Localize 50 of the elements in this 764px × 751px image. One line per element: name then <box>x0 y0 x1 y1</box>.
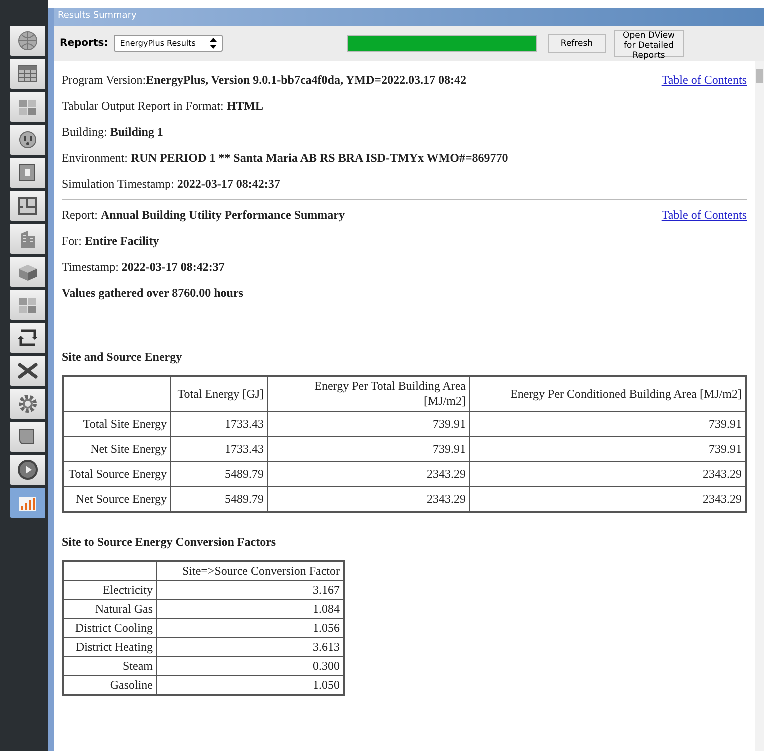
report-line: Environment: RUN PERIOD 1 ** Santa Maria AB RS BRA ISD-TMYx WMO#=869770 <box>62 150 508 166</box>
report-note: Values gathered over 8760.00 hours <box>62 286 244 300</box>
report-line: For: Entire Facility <box>62 234 160 248</box>
report-line: Simulation Timestamp: 2022-03-17 08:42:37 <box>62 176 280 192</box>
table-title: Site to Source Energy Conversion Factors <box>62 535 278 550</box>
report-line: Report: Annual Building Utility Performance Summary <box>62 208 346 222</box>
table-cell: Net Site Energy <box>63 436 170 462</box>
table-cell: Steam <box>63 656 156 676</box>
contents-link[interactable]: Table of Contents <box>662 72 747 88</box>
table-cell: Natural Gas <box>63 600 156 618</box>
globe-icon <box>16 30 40 52</box>
table-cell: 1733.43 <box>170 412 268 436</box>
refresh-button[interactable]: Refresh <box>548 34 606 53</box>
spinner-icon <box>210 38 217 49</box>
report-line: Timestamp: 2022-03-17 08:42:37 <box>62 260 225 274</box>
report-line: Tabular Output Report in Format: HTML <box>62 98 264 114</box>
swap-icon <box>16 327 40 349</box>
column-header: Energy Per Total Building Area [MJ/m2] <box>268 376 470 412</box>
calendar-icon <box>16 63 40 85</box>
reports-label: Reports: <box>60 38 108 49</box>
reports-dropdown[interactable]: EnergyPlus Results <box>114 35 223 52</box>
sidebar-tab[interactable] <box>10 455 45 485</box>
report-line: Program Version:EnergyPlus, Version 9.0.1-bb7ca4f0da, YMD=2022.03.17 08:42 <box>62 72 467 88</box>
sidebar-tab[interactable] <box>10 323 45 353</box>
table-cell: Total Site Energy <box>63 412 170 436</box>
table-cell: 1733.43 <box>170 436 268 462</box>
sidebar-tab[interactable] <box>10 191 45 221</box>
table-cell: District Heating <box>63 638 156 656</box>
table-cell: 2343.29 <box>268 462 470 486</box>
report-line: Building: Building 1 <box>62 124 164 140</box>
sidebar-tab[interactable] <box>10 389 45 419</box>
table-cell: Electricity <box>63 580 156 600</box>
table-title: Site and Source Energy <box>62 350 184 365</box>
sidebar-tab[interactable] <box>10 158 45 188</box>
column-header: Total Energy [GJ] <box>170 376 268 412</box>
window-title: Results Summary <box>54 8 764 26</box>
sidebar-tab[interactable] <box>10 59 45 89</box>
contents-link[interactable]: Table of Contents <box>662 208 747 222</box>
table-cell: Total Source Energy <box>63 462 170 486</box>
floorplan-icon <box>16 195 40 217</box>
sidebar-tab[interactable] <box>10 356 45 386</box>
table-cell: 5489.79 <box>170 462 268 486</box>
sidebar-tab[interactable] <box>10 125 45 155</box>
play-icon <box>16 459 40 481</box>
sidebar-tab[interactable] <box>10 422 45 452</box>
table-cell: 739.91 <box>268 412 470 436</box>
table-cell: District Cooling <box>63 618 156 638</box>
sidebar-tab[interactable] <box>10 257 45 287</box>
table-cell: 739.91 <box>268 436 470 462</box>
scrollbar[interactable] <box>755 61 764 751</box>
